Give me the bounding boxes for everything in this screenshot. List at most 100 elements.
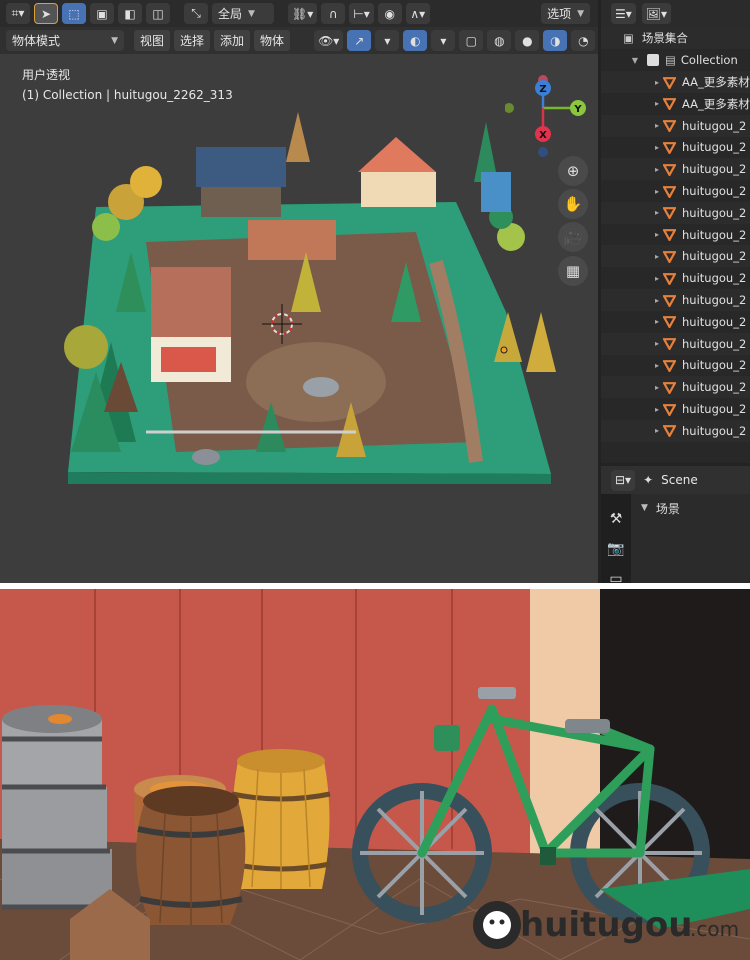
outliner-display-mode-icon[interactable]: ☰▾ (611, 3, 636, 24)
mesh-object-icon (663, 338, 676, 351)
expand-arrow-icon[interactable]: ▸ (651, 296, 663, 305)
expand-arrow-icon[interactable]: ▸ (651, 317, 663, 326)
outliner-object-label: huitugou_2 (682, 162, 747, 177)
tool-settings-icon[interactable]: ⚒ (601, 504, 631, 534)
mesh-object-icon (663, 272, 676, 285)
outliner-object-row[interactable]: ▸ huitugou_2 (601, 354, 750, 376)
outliner-object-label: huitugou_2 (682, 118, 747, 133)
render-settings-icon[interactable]: 📷 (601, 534, 631, 564)
chevron-down-icon: ▼ (577, 8, 584, 19)
outliner-object-label: huitugou_2 (682, 336, 747, 351)
outliner-object-row[interactable]: ▸ huitugou_2 (601, 376, 750, 399)
outliner-object-row[interactable]: ▸ huitugou_2 (601, 201, 750, 224)
gizmo-toggle-icon[interactable]: ↗ (347, 30, 372, 51)
outliner-object-row[interactable]: ▸ huitugou_2 (601, 158, 750, 181)
mesh-object-icon (663, 98, 676, 111)
outliner-object-row[interactable]: ▸ huitugou_2 (601, 267, 750, 289)
outliner-object-row[interactable]: ▸ huitugou_2 (601, 114, 750, 137)
brown-barrel-front (136, 786, 246, 925)
menu-object[interactable]: 物体 (254, 30, 291, 51)
expand-arrow-icon[interactable]: ▸ (651, 230, 663, 239)
mesh-object-icon (663, 141, 676, 154)
yellow-barrel (231, 749, 331, 889)
collection-label: Collection (680, 53, 738, 67)
mesh-object-icon (663, 185, 676, 198)
outliner-object-label: huitugou_2 (682, 205, 747, 220)
transform-pivot-icon[interactable]: ⤡ (184, 3, 208, 24)
mesh-object-icon (663, 120, 676, 133)
expand-arrow-icon[interactable]: ▸ (651, 165, 663, 174)
shading-wireframe-icon[interactable]: ◍ (487, 30, 512, 51)
outliner-object-label: huitugou_2 (682, 249, 747, 264)
3d-viewport[interactable]: ⌗▾ ➤ ⬚ ▣ ◧ ◫ ⤡ 全局 ▼ ⛓▾ ∩ ⊢▾ ◉ ∧▾ 选项 ▼ 物体… (0, 0, 598, 583)
mesh-object-icon (663, 229, 676, 242)
outliner-object-row[interactable]: ▸ huitugou_2 (601, 245, 750, 268)
overlay-menu-icon[interactable]: ▾ (431, 30, 456, 51)
select-box-icon[interactable]: ⬚ (62, 3, 86, 24)
outliner-object-row[interactable]: ▸ huitugou_2 (601, 419, 750, 442)
snap-magnet-icon[interactable]: ∩ (321, 3, 346, 24)
outliner-object-row[interactable]: ▸ huitugou_2 (601, 311, 750, 333)
editor-type-icon[interactable]: ⌗▾ (6, 3, 30, 24)
overlay-toggle-icon[interactable]: ◐ (403, 30, 428, 51)
outliner-scene-collection[interactable]: ▣ 场景集合 (601, 27, 750, 49)
menu-view[interactable]: 视图 (134, 30, 171, 51)
shading-rendered-icon[interactable]: ◔ (571, 30, 596, 51)
expand-arrow-icon[interactable]: ▸ (651, 274, 663, 283)
expand-arrow-icon[interactable]: ▸ (651, 143, 663, 152)
outliner-object-row[interactable]: ▸ huitugou_2 (601, 224, 750, 246)
shading-material-icon[interactable]: ◑ (543, 30, 568, 51)
scene-section-header[interactable]: ▼ 场景 (633, 498, 750, 518)
expand-arrow-icon[interactable]: ▸ (651, 99, 663, 108)
mesh-object-icon (663, 250, 676, 263)
visibility-eye-icon[interactable]: 👁▾ (314, 30, 344, 51)
select-extend-icon[interactable]: ▣ (90, 3, 114, 24)
outliner-panel: ☰▾ 🖼▾ ▣ 场景集合 ▼ ▤ Collection ▸ AA_更多素材 ▸ AA_… (601, 0, 750, 463)
expand-arrow-icon[interactable]: ▸ (651, 78, 663, 87)
snap-increment-icon[interactable]: ⊢▾ (349, 3, 374, 24)
falloff-curve-icon[interactable]: ∧▾ (405, 3, 430, 24)
outliner-filter-icon[interactable]: 🖼▾ (641, 3, 672, 24)
outliner-object-row[interactable]: ▸ huitugou_2 (601, 289, 750, 311)
menu-select[interactable]: 选择 (174, 30, 211, 51)
expand-arrow-icon[interactable]: ▸ (651, 426, 663, 435)
mode-dropdown[interactable]: 物体模式 ▼ (6, 30, 124, 51)
expand-arrow-icon[interactable]: ▼ (629, 56, 641, 65)
outliner-collection[interactable]: ▼ ▤ Collection (601, 49, 750, 71)
outliner-header: ☰▾ 🖼▾ (601, 0, 750, 27)
output-settings-icon[interactable]: ▭ (601, 564, 631, 583)
select-intersect-icon[interactable]: ◫ (146, 3, 170, 24)
mesh-object-icon (663, 163, 676, 176)
expand-arrow-icon[interactable]: ▸ (651, 187, 663, 196)
outliner-object-row[interactable]: ▸ huitugou_2 (601, 180, 750, 202)
expand-arrow-icon[interactable]: ▸ (651, 383, 663, 392)
shading-solid-icon[interactable]: ● (515, 30, 540, 51)
select-tool-icon[interactable]: ➤ (34, 3, 58, 24)
expand-arrow-icon[interactable]: ▸ (651, 208, 663, 217)
xray-toggle-icon[interactable]: ▢ (459, 30, 484, 51)
mesh-object-icon (663, 76, 676, 89)
collection-info-label: (1) Collection | huitugou_2262_313 (22, 88, 233, 102)
expand-arrow-icon[interactable]: ▸ (651, 339, 663, 348)
expand-arrow-icon[interactable]: ▸ (651, 405, 663, 414)
outliner-object-row[interactable]: ▸ huitugou_2 (601, 332, 750, 355)
select-subtract-icon[interactable]: ◧ (118, 3, 142, 24)
outliner-object-row[interactable]: ▸ AA_更多素材 (601, 93, 750, 115)
expand-arrow-icon[interactable]: ▸ (651, 252, 663, 261)
menu-add[interactable]: 添加 (214, 30, 251, 51)
options-dropdown[interactable]: 选项 ▼ (541, 3, 590, 24)
gizmo-menu-icon[interactable]: ▾ (375, 30, 400, 51)
properties-editor-icon[interactable]: ⊟▾ (611, 469, 636, 491)
expand-arrow-icon[interactable]: ▸ (651, 121, 663, 130)
outliner-object-row[interactable]: ▸ huitugou_2 (601, 398, 750, 420)
transform-orientation-dropdown[interactable]: 全局 ▼ (212, 3, 274, 24)
outliner-object-row[interactable]: ▸ huitugou_2 (601, 136, 750, 158)
outliner-object-row[interactable]: ▸ AA_更多素材 (601, 71, 750, 93)
link-icon[interactable]: ⛓▾ (288, 3, 318, 24)
section-expand-icon: ▼ (641, 503, 648, 513)
checkbox-icon[interactable] (647, 54, 659, 66)
watermark-brand: huitugou (520, 905, 692, 945)
collection-icon: ▤ (665, 53, 676, 67)
proportional-edit-icon[interactable]: ◉ (377, 3, 402, 24)
expand-arrow-icon[interactable]: ▸ (651, 361, 663, 370)
